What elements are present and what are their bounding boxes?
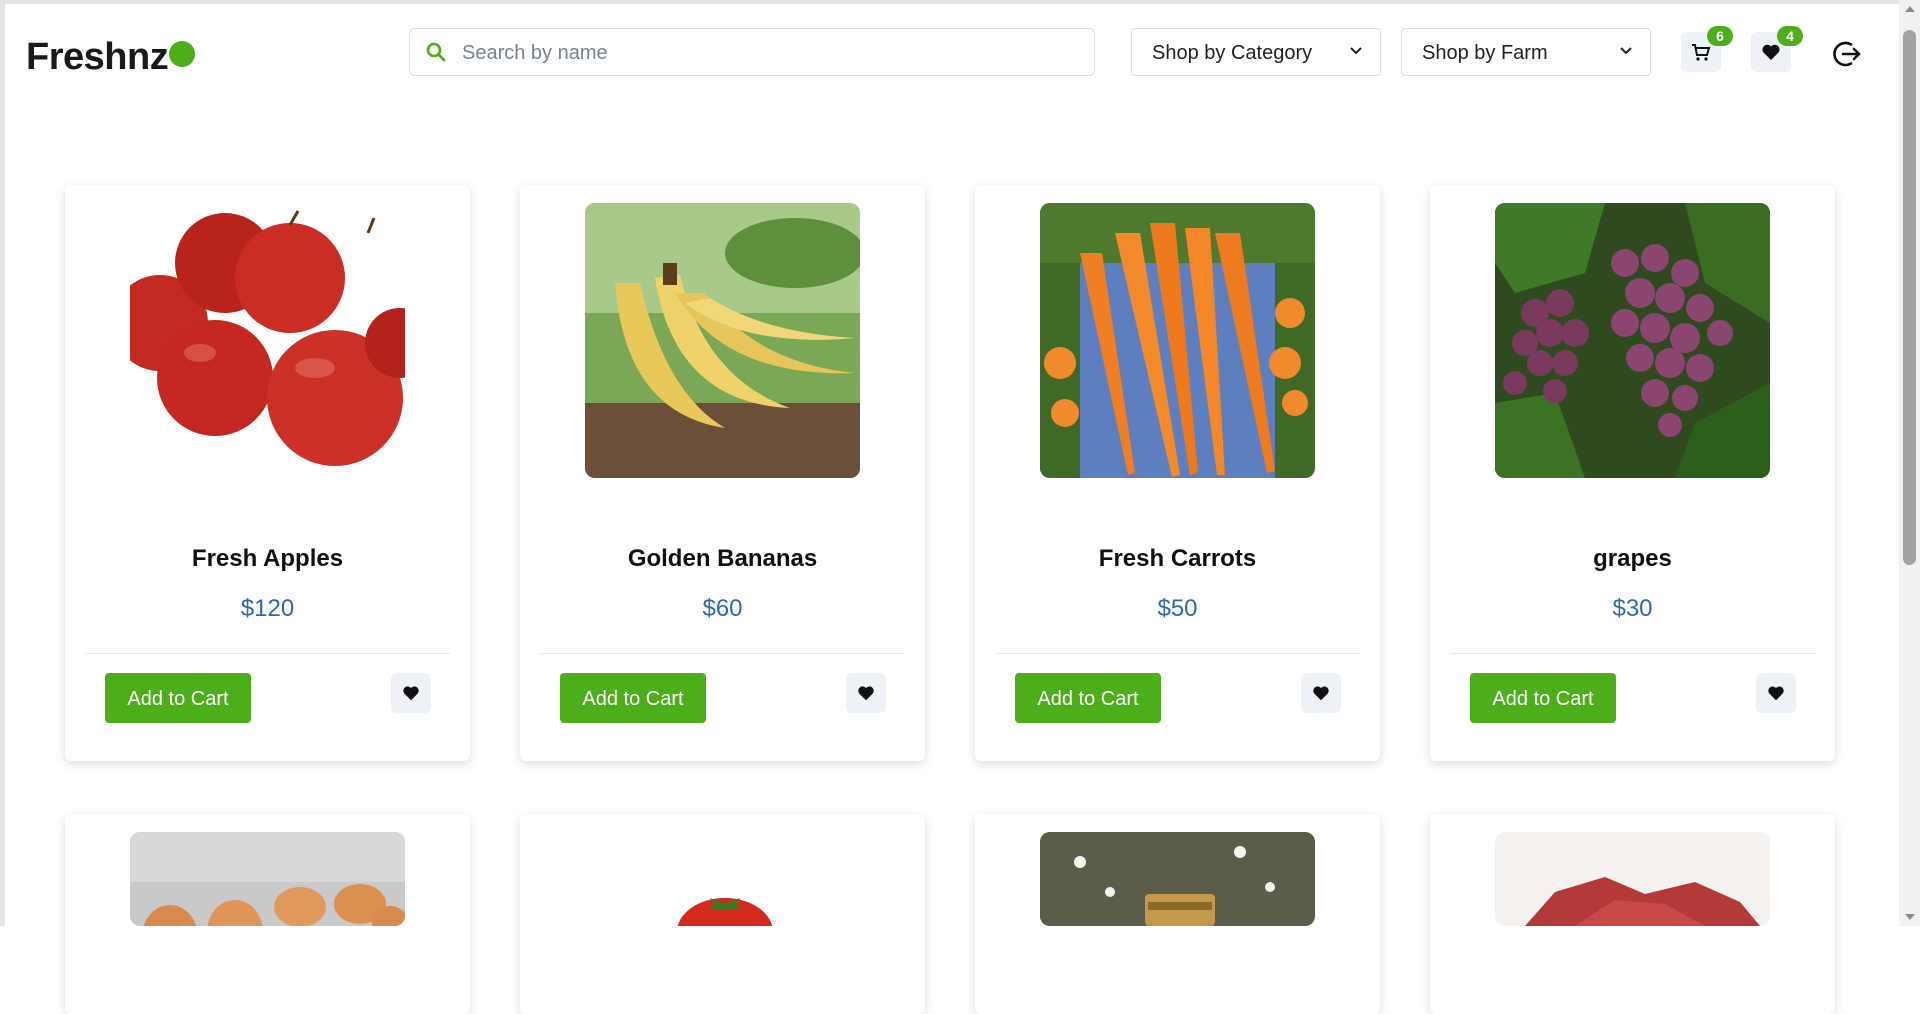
category-select[interactable]: Shop by Category	[1131, 28, 1381, 76]
add-to-wishlist-button[interactable]	[391, 673, 431, 713]
meat-image	[1495, 832, 1770, 926]
cart-count-badge: 6	[1707, 26, 1733, 46]
product-price: $30	[1612, 595, 1653, 622]
logo-dot-icon	[169, 41, 195, 67]
product-card	[1430, 814, 1835, 1014]
scroll-down-icon[interactable]	[1905, 914, 1915, 920]
farm-select-label: Shop by Farm	[1422, 42, 1548, 64]
product-price: $120	[240, 595, 295, 622]
heart-icon	[1762, 44, 1780, 60]
card-divider	[1450, 653, 1815, 654]
chevron-down-icon	[1620, 47, 1632, 55]
apples-image	[130, 203, 405, 478]
cart-button[interactable]: 6	[1681, 26, 1733, 72]
add-to-wishlist-button[interactable]	[1301, 673, 1341, 713]
grapes-image	[1495, 203, 1770, 478]
add-to-cart-button[interactable]: Add to Cart	[105, 673, 251, 723]
product-name[interactable]: Golden Bananas	[520, 545, 925, 573]
add-to-cart-button[interactable]: Add to Cart	[1470, 673, 1616, 723]
product-card	[975, 814, 1380, 1014]
cart-icon	[1692, 44, 1711, 61]
product-price: $50	[1157, 595, 1198, 622]
honey-jar-image	[1040, 832, 1315, 926]
product-image-bananas[interactable]	[585, 203, 860, 478]
product-card: Fresh Apples $120 Add to Cart	[65, 185, 470, 761]
logout-icon[interactable]	[1831, 38, 1863, 70]
top-navbar: Freshnz Shop by Category Shop by Farm 6	[5, 4, 1899, 104]
product-card: grapes $30 Add to Cart	[1430, 185, 1835, 761]
eggs-image	[130, 832, 405, 926]
heart-icon	[1768, 686, 1784, 701]
bananas-image	[585, 203, 860, 478]
product-image-tomato[interactable]	[585, 832, 860, 926]
scrollbar[interactable]	[1899, 0, 1920, 926]
product-card	[65, 814, 470, 1014]
product-price: $60	[702, 595, 743, 622]
add-to-cart-button[interactable]: Add to Cart	[560, 673, 706, 723]
product-name[interactable]: Fresh Carrots	[975, 545, 1380, 573]
product-image-eggs[interactable]	[130, 832, 405, 926]
product-image-carrots[interactable]	[1040, 203, 1315, 478]
card-divider	[540, 653, 905, 654]
heart-icon	[1313, 686, 1329, 701]
product-card: Fresh Carrots $50 Add to Cart	[975, 185, 1380, 761]
brand-logo[interactable]: Freshnz	[26, 36, 169, 79]
product-card: Golden Bananas $60 Add to Cart	[520, 185, 925, 761]
scrollbar-thumb[interactable]	[1903, 30, 1916, 565]
wishlist-count-badge: 4	[1777, 26, 1803, 46]
heart-icon	[858, 686, 874, 701]
search-icon	[426, 42, 446, 62]
category-select-label: Shop by Category	[1152, 42, 1313, 64]
card-divider	[85, 653, 450, 654]
product-card	[520, 814, 925, 1014]
window-frame-left	[0, 0, 5, 926]
farm-select[interactable]: Shop by Farm	[1401, 28, 1651, 76]
product-name[interactable]: grapes	[1430, 545, 1835, 573]
search-box[interactable]	[409, 28, 1095, 77]
add-to-cart-button[interactable]: Add to Cart	[1015, 673, 1161, 723]
product-image-grapes[interactable]	[1495, 203, 1770, 478]
carrots-image	[1040, 203, 1315, 478]
card-divider	[995, 653, 1360, 654]
product-image-apples[interactable]	[130, 203, 405, 478]
product-image-honey-jar[interactable]	[1040, 832, 1315, 926]
product-name[interactable]: Fresh Apples	[65, 545, 470, 573]
product-image-meat[interactable]	[1495, 832, 1770, 926]
heart-icon	[403, 686, 419, 701]
scroll-up-icon[interactable]	[1905, 6, 1915, 12]
add-to-wishlist-button[interactable]	[846, 673, 886, 713]
chevron-down-icon	[1350, 47, 1362, 55]
add-to-wishlist-button[interactable]	[1756, 673, 1796, 713]
search-input[interactable]	[460, 29, 1084, 77]
tomato-image	[585, 832, 860, 926]
wishlist-button[interactable]: 4	[1751, 26, 1803, 72]
